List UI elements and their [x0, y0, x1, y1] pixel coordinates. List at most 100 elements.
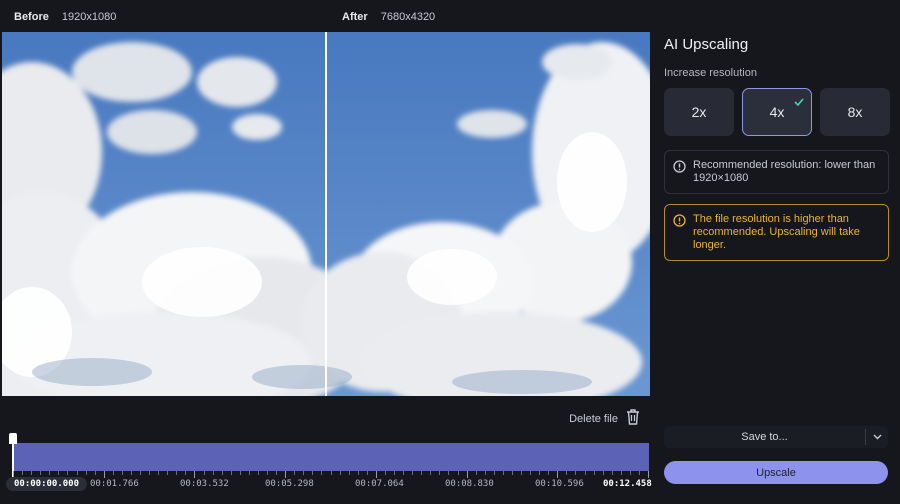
timeline-tick: [467, 471, 468, 478]
timeline-tick: [367, 471, 368, 475]
timeline-tick: [67, 471, 68, 475]
before-resolution: 1920x1080: [61, 11, 117, 23]
timeline-tick: [340, 471, 341, 475]
timeline-tick: [113, 471, 114, 475]
timeline-tick: [349, 471, 350, 475]
recommended-resolution-note: Recommended resolution: lower than 1920×…: [664, 150, 889, 194]
save-to-control: Save to...: [664, 426, 888, 448]
timeline-tick: [249, 471, 250, 475]
warning-note-text: The file resolution is higher than recom…: [693, 213, 860, 251]
timeline-tick: [240, 471, 241, 475]
timeline-tick: [31, 471, 32, 475]
scale-8x-button[interactable]: 8x: [820, 88, 890, 136]
timeline-track[interactable]: [13, 443, 649, 471]
timeline-label: 00:07.064: [355, 479, 404, 489]
timeline-tick: [213, 471, 214, 475]
trash-icon: [626, 409, 640, 428]
save-to-button[interactable]: Save to...: [664, 431, 865, 443]
timeline-tick: [358, 471, 359, 475]
playhead-handle[interactable]: [9, 433, 17, 444]
before-label: Before: [14, 11, 49, 23]
timeline-tick: [557, 471, 558, 478]
after-resolution: 7680x4320: [380, 11, 436, 23]
timeline-tick: [140, 471, 141, 475]
timeline-tick: [421, 471, 422, 475]
timeline-tick: [458, 471, 459, 475]
timeline-tick: [448, 471, 449, 475]
timeline-tick: [566, 471, 567, 475]
info-icon: [673, 160, 686, 177]
timeline-tick: [222, 471, 223, 475]
after-label: After: [342, 11, 368, 23]
timeline-tick: [276, 471, 277, 475]
timeline-tick: [412, 471, 413, 475]
timeline-label: 00:10.596: [535, 479, 584, 489]
resolution-warning-note: The file resolution is higher than recom…: [664, 204, 889, 261]
delete-file-label: Delete file: [569, 412, 618, 425]
timeline-tick: [231, 471, 232, 475]
timeline-tick: [77, 471, 78, 475]
timeline-tick: [594, 471, 595, 475]
timeline-tick: [40, 471, 41, 475]
timeline-tick: [585, 471, 586, 475]
timeline-tick: [158, 471, 159, 475]
timeline-tick: [503, 471, 504, 475]
timeline-tick: [648, 471, 649, 478]
comparison-divider[interactable]: [325, 32, 327, 396]
after-header: After 7680x4320: [342, 11, 435, 23]
timeline-tick: [376, 471, 377, 478]
timeline-tick: [258, 471, 259, 475]
timeline-tick: [639, 471, 640, 475]
timeline-tick: [321, 471, 322, 475]
upscale-label: Upscale: [756, 466, 796, 479]
timeline-tick: [430, 471, 431, 475]
timeline-tick: [194, 471, 195, 478]
panel-subtitle: Increase resolution: [664, 67, 757, 79]
timeline-tick: [630, 471, 631, 475]
timeline-label: 00:01.766: [90, 479, 139, 489]
timeline-tick: [285, 471, 286, 478]
scale-label: 4x: [769, 104, 785, 120]
warning-icon: [673, 214, 686, 231]
timeline-tick: [49, 471, 50, 475]
timeline-tick: [131, 471, 132, 475]
timeline-tick: [331, 471, 332, 475]
before-header: Before 1920x1080: [14, 11, 116, 23]
timeline-tick: [104, 471, 105, 478]
timeline-tick: [86, 471, 87, 475]
timeline-tick: [494, 471, 495, 475]
timeline-tick: [95, 471, 96, 475]
timeline-tick: [539, 471, 540, 475]
timeline-tick: [167, 471, 168, 475]
timeline-tick: [176, 471, 177, 475]
timeline-tick: [512, 471, 513, 475]
timeline-label: 00:05.298: [265, 479, 314, 489]
timeline-label-current: 00:00:00.000: [6, 477, 88, 491]
timeline-tick: [603, 471, 604, 475]
timeline-tick: [385, 471, 386, 475]
timeline-tick: [403, 471, 404, 475]
timeline-tick: [548, 471, 549, 475]
timeline-tick: [485, 471, 486, 475]
timeline-tick: [303, 471, 304, 475]
scale-2x-button[interactable]: 2x: [664, 88, 734, 136]
panel-title: AI Upscaling: [664, 36, 749, 53]
timeline-tick: [439, 471, 440, 475]
scale-4x-button[interactable]: 4x: [742, 88, 812, 136]
timeline-tick: [267, 471, 268, 475]
timeline-tick: [22, 471, 23, 475]
timeline-tick: [122, 471, 123, 475]
timeline-tick: [294, 471, 295, 475]
upscale-button[interactable]: Upscale: [664, 461, 888, 484]
scale-options: 2x 4x 8x: [664, 88, 890, 136]
video-preview: [2, 32, 650, 396]
delete-file-button[interactable]: Delete file: [569, 409, 640, 428]
timeline-tick: [621, 471, 622, 475]
chevron-down-icon[interactable]: [866, 434, 888, 440]
timeline-tick: [521, 471, 522, 475]
scale-label: 2x: [691, 104, 707, 120]
timeline-label-end: 00:12.458: [603, 479, 652, 489]
timeline-tick: [612, 471, 613, 475]
timeline-ticks: [13, 471, 649, 479]
timeline-label: 00:08.830: [445, 479, 494, 489]
